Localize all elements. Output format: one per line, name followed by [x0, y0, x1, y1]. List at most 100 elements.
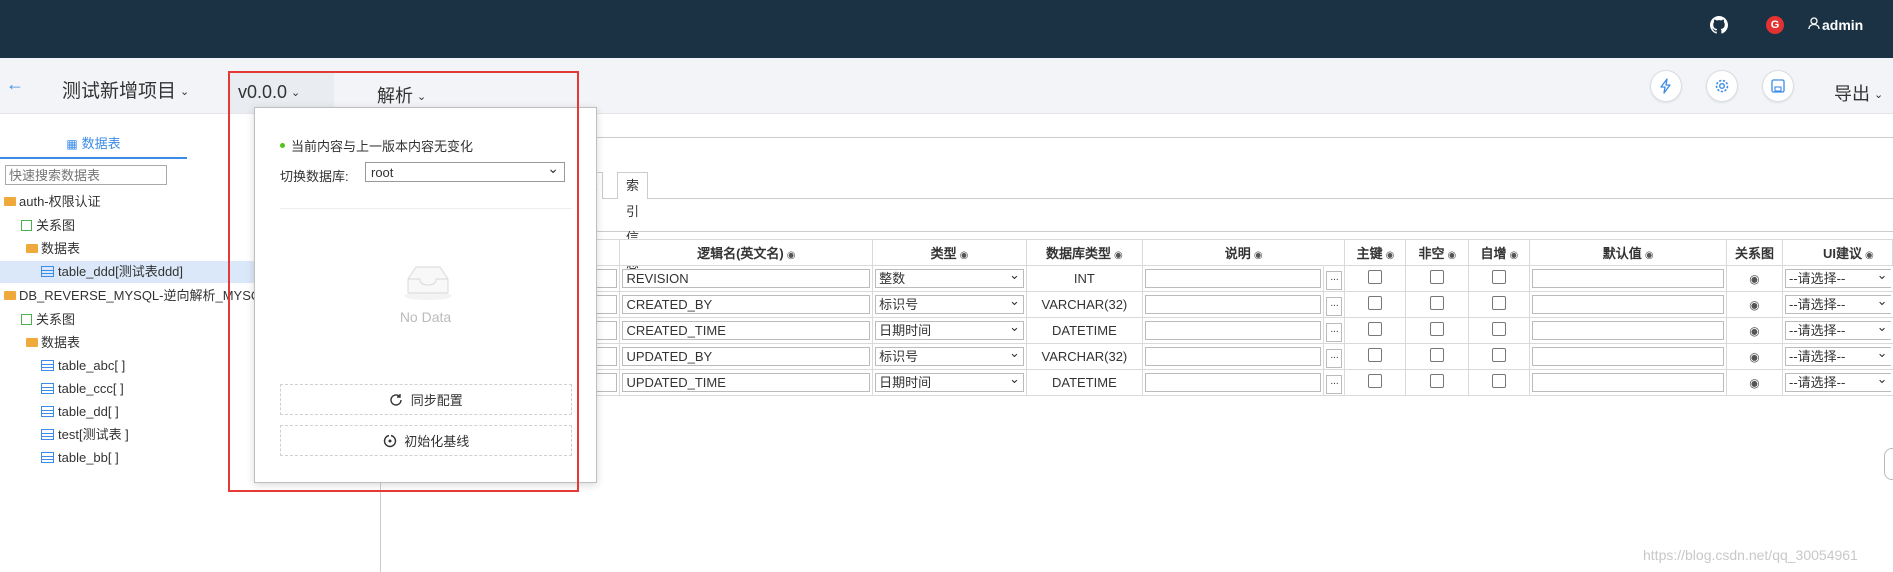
tree-node[interactable]: 关系图: [21, 215, 75, 237]
tree-node[interactable]: table_abc[ ]: [41, 355, 125, 377]
tree-node[interactable]: test[测试表 ]: [41, 424, 129, 446]
tree-node[interactable]: auth-权限认证: [4, 191, 101, 213]
init-baseline-button[interactable]: 初始化基线: [280, 425, 572, 456]
type-select[interactable]: 整数: [875, 267, 1024, 288]
ui-select[interactable]: --请选择--: [1784, 267, 1891, 288]
tree-node[interactable]: 数据表: [26, 238, 80, 260]
field-code-input[interactable]: [597, 373, 618, 392]
ui-select[interactable]: --请选择--: [1784, 345, 1891, 366]
autoinc-checkbox[interactable]: [1492, 374, 1507, 388]
pk-checkbox[interactable]: [1368, 348, 1383, 362]
default-input[interactable]: [1532, 373, 1725, 392]
eye-icon[interactable]: ◉: [1254, 250, 1263, 261]
pk-checkbox[interactable]: [1368, 322, 1383, 336]
notnull-checkbox[interactable]: [1430, 322, 1445, 336]
comment-cell: [1141, 343, 1325, 370]
more-button[interactable]: ...: [1326, 374, 1343, 394]
comment-input[interactable]: [1144, 295, 1322, 314]
pk-cell: [1344, 369, 1407, 396]
notnull-checkbox[interactable]: [1430, 296, 1445, 310]
tree-node[interactable]: 关系图: [21, 309, 75, 331]
notnull-checkbox[interactable]: [1430, 348, 1445, 362]
eye-icon[interactable]: ◉: [1749, 298, 1759, 312]
type-select[interactable]: 标识号: [875, 345, 1024, 366]
default-input[interactable]: [1532, 347, 1725, 366]
tab-tables[interactable]: ▦ 数据表: [0, 133, 187, 159]
eye-icon[interactable]: ◉: [1448, 250, 1457, 261]
field-name-input[interactable]: CREATED_TIME: [622, 321, 871, 340]
eye-icon[interactable]: ◉: [1865, 250, 1874, 261]
pk-checkbox[interactable]: [1368, 296, 1383, 310]
default-input[interactable]: [1532, 269, 1725, 288]
field-code-input[interactable]: [597, 295, 618, 314]
pk-checkbox[interactable]: [1368, 374, 1383, 388]
relation-cell: ◉: [1726, 291, 1783, 318]
parse-dropdown[interactable]: 解析 ⌄: [377, 82, 426, 108]
comment-input[interactable]: [1144, 269, 1322, 288]
db-select[interactable]: root: [365, 158, 565, 182]
chevron-down-icon: ⌄: [180, 86, 190, 98]
field-name-input[interactable]: CREATED_BY: [622, 295, 871, 314]
autoinc-checkbox[interactable]: [1492, 322, 1507, 336]
lightning-button[interactable]: [1650, 70, 1682, 102]
user-menu[interactable]: admin: [1808, 14, 1863, 36]
eye-icon[interactable]: ◉: [1386, 250, 1395, 261]
eye-icon[interactable]: ◉: [1114, 250, 1123, 261]
field-code-input[interactable]: [597, 269, 618, 288]
eye-icon[interactable]: ◉: [960, 250, 969, 261]
notnull-checkbox[interactable]: [1430, 270, 1445, 284]
autoinc-checkbox[interactable]: [1492, 270, 1507, 284]
field-name-input[interactable]: UPDATED_TIME: [622, 373, 871, 392]
github-icon[interactable]: [1708, 14, 1730, 36]
back-arrow-icon[interactable]: ←: [6, 74, 24, 95]
type-select[interactable]: 日期时间: [875, 371, 1024, 392]
eye-icon[interactable]: ◉: [1645, 250, 1654, 261]
field-code-input[interactable]: [597, 347, 618, 366]
tree-node[interactable]: DB_REVERSE_MYSQL-逆向解析_MYSQ: [4, 285, 261, 307]
scroll-handle[interactable]: [1884, 448, 1893, 480]
eye-icon[interactable]: ◉: [787, 250, 796, 261]
version-dropdown[interactable]: v0.0.0 ⌄: [238, 82, 300, 103]
settings-button[interactable]: [1706, 70, 1738, 102]
ui-select[interactable]: --请选择--: [1784, 293, 1891, 314]
ui-select[interactable]: --请选择--: [1784, 371, 1891, 392]
more-button[interactable]: ...: [1326, 270, 1343, 290]
eye-icon[interactable]: ◉: [1749, 324, 1759, 338]
more-button[interactable]: ...: [1326, 322, 1343, 342]
comment-input[interactable]: [1144, 347, 1322, 366]
eye-icon[interactable]: ◉: [1510, 250, 1519, 261]
autoinc-checkbox[interactable]: [1492, 348, 1507, 362]
tree-node[interactable]: 数据表: [26, 332, 80, 354]
eye-icon[interactable]: ◉: [1749, 376, 1759, 390]
field-name-input[interactable]: REVISION: [622, 269, 871, 288]
eye-icon[interactable]: ◉: [1749, 350, 1759, 364]
tab-index-info[interactable]: 索引信息: [617, 172, 649, 271]
tree-node-selected[interactable]: table_ddd[测试表ddd]: [0, 261, 254, 283]
more-button[interactable]: ...: [1326, 348, 1343, 368]
type-select[interactable]: 日期时间: [875, 319, 1024, 340]
default-input[interactable]: [1532, 321, 1725, 340]
field-name-input[interactable]: UPDATED_BY: [622, 347, 871, 366]
field-code-input[interactable]: [597, 321, 618, 340]
comment-input[interactable]: [1144, 373, 1322, 392]
tree-node[interactable]: table_ccc[ ]: [41, 378, 124, 400]
comment-cell: [1141, 369, 1325, 396]
sync-config-button[interactable]: 同步配置: [280, 384, 572, 415]
default-input[interactable]: [1532, 295, 1725, 314]
more-button[interactable]: ...: [1326, 296, 1343, 316]
export-dropdown[interactable]: 导出 ⌄: [1834, 80, 1883, 106]
ui-select[interactable]: --请选择--: [1784, 319, 1891, 340]
row-lead-cell: [595, 343, 621, 370]
g-icon[interactable]: G: [1766, 16, 1784, 34]
notnull-checkbox[interactable]: [1430, 374, 1445, 388]
tree-node[interactable]: table_dd[ ]: [41, 401, 119, 423]
project-selector[interactable]: 测试新增项目 ⌄: [62, 76, 189, 103]
eye-icon[interactable]: ◉: [1749, 272, 1759, 286]
comment-input[interactable]: [1144, 321, 1322, 340]
table-search-input[interactable]: [5, 165, 167, 185]
tree-node[interactable]: table_bb[ ]: [41, 447, 119, 469]
autoinc-checkbox[interactable]: [1492, 296, 1507, 310]
pk-checkbox[interactable]: [1368, 270, 1383, 284]
type-select[interactable]: 标识号: [875, 293, 1024, 314]
save-button[interactable]: [1762, 70, 1794, 102]
